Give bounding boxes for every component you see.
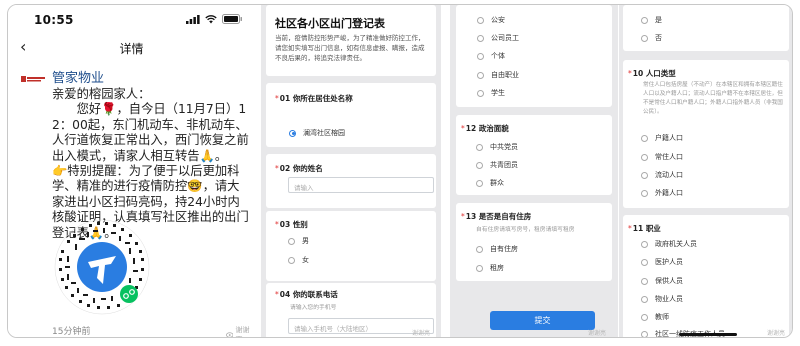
option-floating[interactable]: 流动人口 xyxy=(641,170,683,180)
radio-icon xyxy=(641,34,648,42)
form-description: 当前，疫情防控形势严峻，为了精准做好防控工作，请您如实填写出门信息，如有信息虚报… xyxy=(275,34,425,62)
form-panel-3: 是 否 *10 人口类型 常住人口包括房屋（不动产）在本辖区和拥有本辖区籍住人口… xyxy=(619,5,792,337)
radio-icon xyxy=(476,264,483,272)
option-government[interactable]: 政府机关人员 xyxy=(641,239,697,249)
radio-icon xyxy=(641,258,648,266)
seen-count: 谢谢亮 xyxy=(226,325,255,337)
option-male[interactable]: 男 xyxy=(288,236,309,246)
question-04-hint: 请输入您的手机号 xyxy=(290,305,337,311)
option-league-member[interactable]: 共青团员 xyxy=(476,160,518,170)
option-self-employed[interactable]: 个体 xyxy=(477,51,505,61)
option-female[interactable]: 女 xyxy=(288,255,309,265)
status-icons xyxy=(186,14,243,24)
radio-icon xyxy=(641,277,648,285)
chat-detail-panel: 10:55 ‹ 详情 管家物业 亲爱的榕园家人： 您好🌹，自今日（11月7日）1… xyxy=(8,5,255,337)
option-student[interactable]: 学生 xyxy=(477,88,505,98)
radio-icon xyxy=(476,143,483,151)
seen-label: 谢谢亮 xyxy=(235,326,250,337)
form-panel-1: 社区各小区出门登记表 当前，疫情防控形势严峻，为了精准做好防控工作，请您如实填写… xyxy=(261,5,441,337)
option-police[interactable]: 公安 xyxy=(477,15,505,25)
watermark: 谢谢亮 xyxy=(767,330,786,337)
radio-icon xyxy=(641,189,648,197)
radio-icon xyxy=(288,256,295,264)
screenshot-collage: 10:55 ‹ 详情 管家物业 亲爱的榕园家人： 您好🌹，自今日（11月7日）1… xyxy=(7,4,793,338)
radio-icon xyxy=(641,313,648,321)
yes-no-card xyxy=(623,5,789,51)
form-title: 社区各小区出门登记表 xyxy=(275,17,385,30)
name-input[interactable]: 请输入 xyxy=(288,177,434,193)
question-13-label: *13 是否是自有住房 xyxy=(461,212,532,221)
question-10-description: 常住人口包括房屋（不动产）在本辖区和拥有本辖区籍住人口以及户籍人口；流动人口指户… xyxy=(643,82,783,115)
option-company-staff[interactable]: 公司员工 xyxy=(477,33,519,43)
radio-icon xyxy=(641,16,648,24)
question-02-label: *02 你的姓名 xyxy=(275,164,323,173)
radio-icon xyxy=(641,240,648,248)
watermark: 谢谢亮 xyxy=(588,330,607,337)
option-rent[interactable]: 租房 xyxy=(476,263,504,273)
option-resident[interactable]: 常住人口 xyxy=(641,152,683,162)
radio-icon xyxy=(476,245,483,253)
radio-icon xyxy=(477,52,484,60)
org-logo xyxy=(21,75,45,83)
option-freelance[interactable]: 自由职业 xyxy=(477,70,519,80)
question-11-label: *11 职业 xyxy=(628,224,661,233)
option-masses[interactable]: 群众 xyxy=(476,178,504,188)
status-bar: 10:55 xyxy=(8,5,255,31)
option-yes[interactable]: 是 xyxy=(641,15,662,25)
question-01-label: *01 你所在居住处名称 xyxy=(275,94,353,103)
screenshot-canvas: 10:55 ‹ 详情 管家物业 亲爱的榕园家人： 您好🌹，自今日（11月7日）1… xyxy=(0,0,800,346)
radio-icon xyxy=(476,161,483,169)
option-teacher[interactable]: 教师 xyxy=(641,312,669,322)
nav-bar: ‹ 详情 xyxy=(8,35,255,61)
wifi-icon xyxy=(205,14,217,23)
question-12-label: *12 政治面貌 xyxy=(461,124,509,133)
option-residence-selected[interactable]: 澜湾社区榕园 xyxy=(289,128,345,138)
option-supply[interactable]: 保供人员 xyxy=(641,276,683,286)
time-ago: 15分钟前 xyxy=(52,327,91,337)
question-04-label: *04 你的联系电话 xyxy=(275,290,338,299)
radio-icon xyxy=(641,134,648,142)
radio-icon xyxy=(476,179,483,187)
radio-icon xyxy=(641,171,648,179)
radio-icon xyxy=(477,71,484,79)
radio-icon xyxy=(641,330,648,337)
signal-icon xyxy=(186,14,200,24)
submit-button[interactable]: 提交 xyxy=(490,311,595,330)
question-10-label: *10 人口类型 xyxy=(628,69,676,78)
form-panel-2: 公安 公司员工 个体 自由职业 学生 *12 政治面貌 中共党员 共青团员 群众… xyxy=(450,5,618,337)
radio-icon xyxy=(641,153,648,161)
option-party-member[interactable]: 中共党员 xyxy=(476,142,518,152)
qr-code-icon[interactable] xyxy=(53,218,151,316)
radio-icon xyxy=(288,237,295,245)
radio-icon xyxy=(477,16,484,24)
battery-icon xyxy=(222,14,242,24)
radio-icon xyxy=(477,34,484,42)
question-13-hint: 自有住房请填写房号，租房请填写租房 xyxy=(476,227,575,233)
option-medical[interactable]: 医护人员 xyxy=(641,257,683,267)
radio-icon xyxy=(641,295,648,303)
radio-icon xyxy=(477,89,484,97)
question-03-label: *03 性别 xyxy=(275,220,308,229)
watermark: 谢谢亮 xyxy=(412,330,431,337)
radio-selected-icon xyxy=(289,129,296,137)
option-registered[interactable]: 户籍人口 xyxy=(641,133,683,143)
option-own-house[interactable]: 自有住房 xyxy=(476,244,518,254)
option-property[interactable]: 物业人员 xyxy=(641,294,683,304)
home-indicator xyxy=(679,333,737,336)
status-time: 10:55 xyxy=(34,13,74,27)
nav-title: 详情 xyxy=(119,42,144,56)
option-foreign[interactable]: 外籍人口 xyxy=(641,188,683,198)
option-no[interactable]: 否 xyxy=(641,33,662,43)
org-name: 管家物业 xyxy=(52,71,105,86)
eye-icon xyxy=(226,332,234,337)
